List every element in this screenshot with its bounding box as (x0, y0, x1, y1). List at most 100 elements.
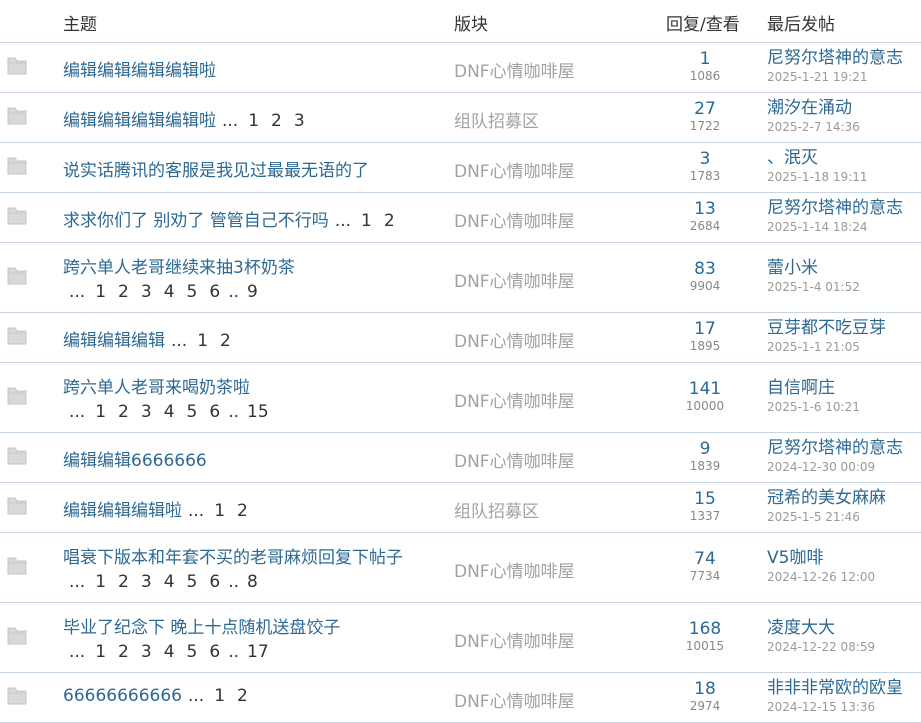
board-link[interactable]: DNF心情咖啡屋 (454, 557, 575, 582)
board-link[interactable]: 组队招募区 (454, 497, 539, 522)
page-link[interactable]: 5 (187, 572, 198, 592)
page-link[interactable]: 1 (95, 402, 106, 422)
last-post-time[interactable]: 2025-1-14 18:24 (767, 219, 903, 235)
reply-count[interactable]: 83 (660, 259, 750, 279)
page-link[interactable]: 4 (164, 282, 175, 302)
reply-count[interactable]: 141 (660, 379, 750, 399)
board-link[interactable]: DNF心情咖啡屋 (454, 157, 575, 182)
reply-count[interactable]: 1 (660, 49, 750, 69)
last-post-time[interactable]: 2025-1-21 19:21 (767, 69, 903, 85)
last-post-time[interactable]: 2025-1-4 01:52 (767, 279, 860, 295)
last-post-time[interactable]: 2025-1-18 19:11 (767, 169, 868, 185)
last-post-time[interactable]: 2024-12-15 13:36 (767, 699, 903, 715)
last-post-time[interactable]: 2024-12-30 00:09 (767, 459, 903, 475)
page-link[interactable]: 6 (209, 642, 220, 662)
reply-count[interactable]: 168 (660, 619, 750, 639)
page-link[interactable]: 2 (118, 642, 129, 662)
last-post-time[interactable]: 2025-1-6 10:21 (767, 399, 860, 415)
page-link[interactable]: 2 (271, 111, 282, 131)
thread-title-link[interactable]: 跨六单人老哥来喝奶茶啦 (63, 378, 250, 398)
page-link[interactable]: 3 (141, 572, 152, 592)
reply-count[interactable]: 3 (660, 149, 750, 169)
page-link[interactable]: 6 (209, 572, 220, 592)
reply-count[interactable]: 13 (660, 199, 750, 219)
thread-title-link[interactable]: 唱衰下版本和年套不买的老哥麻烦回复下帖子 (63, 548, 403, 568)
page-link[interactable]: 4 (164, 572, 175, 592)
last-post-time[interactable]: 2024-12-22 08:59 (767, 639, 875, 655)
reply-view-stats: 74 7734 (660, 549, 750, 583)
page-link[interactable]: 1 (95, 572, 106, 592)
page-link[interactable]: 5 (187, 402, 198, 422)
page-link[interactable]: 2 (237, 501, 248, 521)
last-post-author[interactable]: 自信啊庄 (767, 378, 860, 399)
page-link[interactable]: 5 (187, 282, 198, 302)
thread-title-link[interactable]: 编辑编辑编辑啦 (63, 501, 182, 521)
last-post-author[interactable]: 非非非常欧的欧皇 (767, 678, 903, 699)
reply-count[interactable]: 74 (660, 549, 750, 569)
page-link[interactable]: 9 (247, 282, 258, 302)
page-link[interactable]: 4 (164, 642, 175, 662)
board-link[interactable]: DNF心情咖啡屋 (454, 207, 575, 232)
thread-title-link[interactable]: 跨六单人老哥继续来抽3杯奶茶 (63, 258, 295, 278)
page-link[interactable]: 17 (247, 642, 269, 662)
thread-title-link[interactable]: 编辑编辑编辑编辑啦 (63, 61, 216, 81)
thread-title-link[interactable]: 编辑编辑6666666 (63, 451, 207, 471)
page-link[interactable]: 3 (141, 282, 152, 302)
board-link[interactable]: DNF心情咖啡屋 (454, 387, 575, 412)
last-post-author[interactable]: 、泯灭 (767, 148, 868, 169)
page-link[interactable]: 3 (294, 111, 305, 131)
board-link[interactable]: DNF心情咖啡屋 (454, 57, 575, 82)
thread-title-link[interactable]: 求求你们了 别劝了 管管自己不行吗 (63, 211, 329, 231)
reply-count[interactable]: 17 (660, 319, 750, 339)
page-link[interactable]: 1 (214, 686, 225, 706)
board-link[interactable]: 组队招募区 (454, 107, 539, 132)
page-link[interactable]: 3 (141, 402, 152, 422)
board-link[interactable]: DNF心情咖啡屋 (454, 327, 575, 352)
last-post-author[interactable]: 豆芽都不吃豆芽 (767, 318, 886, 339)
last-post-author[interactable]: 蕾小米 (767, 258, 860, 279)
board-link[interactable]: DNF心情咖啡屋 (454, 447, 575, 472)
page-link[interactable]: 4 (164, 402, 175, 422)
thread-title-link[interactable]: 毕业了纪念下 晚上十点随机送盘饺子 (63, 618, 340, 638)
last-post-author[interactable]: 凌度大大 (767, 618, 875, 639)
page-link[interactable]: 1 (248, 111, 259, 131)
page-link[interactable]: 15 (247, 402, 269, 422)
board-link[interactable]: DNF心情咖啡屋 (454, 687, 575, 712)
page-link[interactable]: 2 (384, 211, 395, 231)
last-post-author[interactable]: 尼努尔塔神的意志 (767, 438, 903, 459)
page-link[interactable]: 1 (95, 282, 106, 302)
board-link[interactable]: DNF心情咖啡屋 (454, 267, 575, 292)
page-link[interactable]: 2 (220, 331, 231, 351)
last-post-author[interactable]: 尼努尔塔神的意志 (767, 48, 903, 69)
reply-count[interactable]: 18 (660, 679, 750, 699)
last-post-author[interactable]: V5咖啡 (767, 548, 875, 569)
thread-title-link[interactable]: 66666666666 (63, 686, 182, 706)
page-link[interactable]: 5 (187, 642, 198, 662)
page-link[interactable]: 2 (118, 402, 129, 422)
page-link[interactable]: 8 (247, 572, 258, 592)
last-post-author[interactable]: 潮汐在涌动 (767, 98, 860, 119)
page-link[interactable]: 2 (118, 572, 129, 592)
reply-count[interactable]: 9 (660, 439, 750, 459)
page-link[interactable]: 2 (118, 282, 129, 302)
last-post-time[interactable]: 2025-1-1 21:05 (767, 339, 886, 355)
page-link[interactable]: 2 (237, 686, 248, 706)
page-link[interactable]: 6 (209, 282, 220, 302)
page-link[interactable]: 6 (209, 402, 220, 422)
reply-count[interactable]: 15 (660, 489, 750, 509)
thread-title-link[interactable]: 说实话腾讯的客服是我见过最最无语的了 (63, 161, 369, 181)
page-link[interactable]: 1 (95, 642, 106, 662)
last-post-time[interactable]: 2025-2-7 14:36 (767, 119, 860, 135)
page-link[interactable]: 1 (361, 211, 372, 231)
thread-title-link[interactable]: 编辑编辑编辑编辑啦 (63, 111, 216, 131)
page-link[interactable]: 3 (141, 642, 152, 662)
last-post-author[interactable]: 尼努尔塔神的意志 (767, 198, 903, 219)
thread-title-link[interactable]: 编辑编辑编辑 (63, 331, 165, 351)
last-post-author[interactable]: 冠希的美女麻麻 (767, 488, 886, 509)
last-post-time[interactable]: 2024-12-26 12:00 (767, 569, 875, 585)
reply-count[interactable]: 27 (660, 99, 750, 119)
last-post-time[interactable]: 2025-1-5 21:46 (767, 509, 886, 525)
board-link[interactable]: DNF心情咖啡屋 (454, 627, 575, 652)
page-link[interactable]: 1 (197, 331, 208, 351)
page-link[interactable]: 1 (214, 501, 225, 521)
